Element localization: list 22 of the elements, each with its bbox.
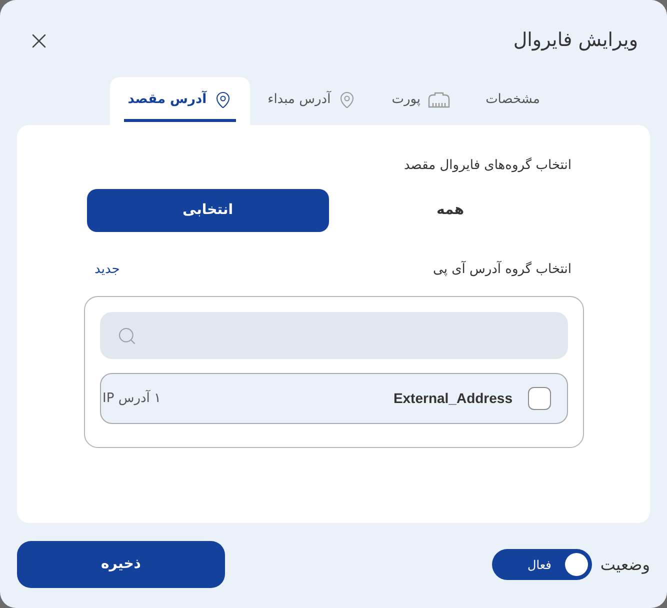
new-link[interactable]: جدید [94, 260, 120, 280]
checkbox[interactable] [528, 387, 550, 410]
tab[interactable]: آدرس مقصد [110, 77, 250, 125]
segment-option[interactable]: همه [329, 189, 572, 232]
section-label: انتخاب گروه‌های فایروال مقصد [404, 156, 572, 175]
toggle-switch[interactable]: فعال [492, 549, 592, 580]
status-label: وضعیت [600, 554, 650, 576]
dialog-title: ویرایش فایروال [513, 28, 638, 54]
toggle-knob [565, 553, 588, 576]
search-field[interactable] [100, 312, 568, 359]
tab[interactable]: پورت [374, 77, 468, 125]
segment-option[interactable]: انتخابی [86, 189, 329, 232]
map-pin-icon [214, 90, 232, 108]
tab[interactable]: آدرس مبداء [250, 77, 374, 125]
ethernet-port-icon [428, 92, 450, 108]
section-label: انتخاب گروه آدرس آی پی [432, 260, 572, 280]
save-button[interactable]: ذخیره [17, 541, 225, 588]
map-pin-icon [338, 90, 356, 108]
address-count: ۱ آدرس IP [102, 388, 161, 408]
search-icon [116, 326, 136, 346]
tab[interactable]: مشخصات [468, 77, 558, 125]
group-name: External_Address [393, 389, 512, 408]
